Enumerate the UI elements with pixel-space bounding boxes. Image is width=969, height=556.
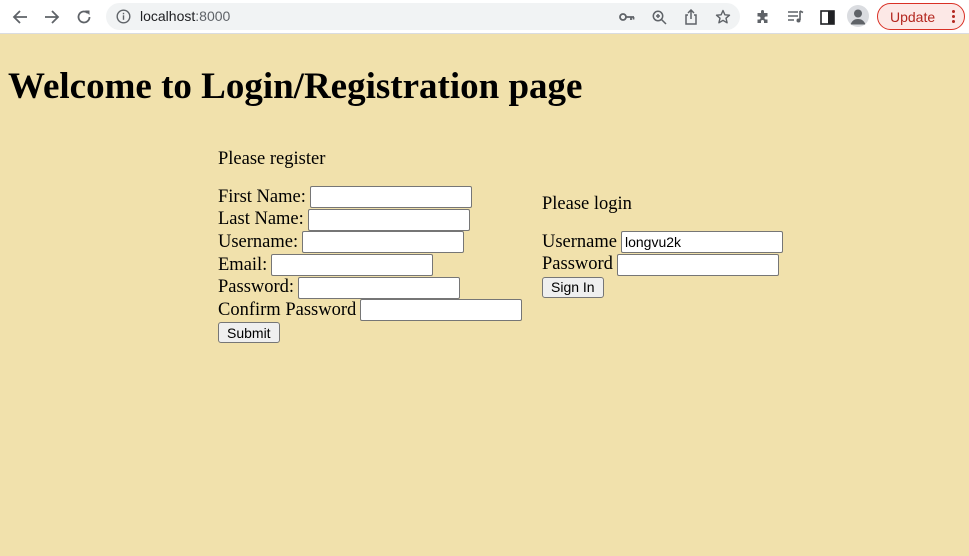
submit-button[interactable]: Submit	[218, 322, 280, 344]
confirm-password-row: Confirm Password	[218, 299, 523, 322]
update-label: Update	[890, 8, 936, 25]
sign-in-row: Sign In	[542, 276, 783, 299]
register-password-input[interactable]	[298, 276, 461, 299]
register-username-label: Username:	[218, 231, 299, 252]
browser-toolbar: localhost:8000 Update	[0, 0, 969, 34]
register-heading: Please register	[218, 149, 326, 169]
confirm-password-label: Confirm Password	[218, 299, 357, 320]
email-row: Email:	[218, 254, 522, 277]
last-name-input[interactable]	[307, 208, 470, 231]
first-name-label: First Name:	[218, 186, 306, 207]
email-input[interactable]	[271, 254, 434, 277]
login-password-row: Password	[542, 253, 783, 277]
last-name-label: Last Name:	[218, 209, 304, 230]
side-panel-icon[interactable]	[815, 5, 839, 29]
forward-icon[interactable]	[40, 5, 64, 29]
share-icon[interactable]	[682, 8, 700, 26]
profile-icon[interactable]	[847, 5, 869, 27]
confirm-password-input[interactable]	[360, 299, 523, 322]
login-heading: Please login	[542, 194, 632, 214]
register-username-input[interactable]	[302, 231, 465, 254]
login-username-row: Username	[542, 231, 783, 254]
page-title: Welcome to Login/Registration page	[8, 66, 583, 107]
login-username-input[interactable]	[621, 231, 783, 254]
key-icon[interactable]	[618, 8, 636, 26]
sign-in-button[interactable]: Sign In	[542, 276, 604, 298]
login-form: Please login Username Password Sign In	[542, 194, 783, 299]
login-password-input[interactable]	[616, 253, 779, 276]
login-password-label: Password	[542, 254, 613, 275]
email-label: Email:	[218, 254, 268, 275]
zoom-icon[interactable]	[650, 8, 668, 26]
star-icon[interactable]	[714, 8, 732, 26]
extensions-icon[interactable]	[751, 5, 775, 29]
url-host: localhost	[140, 8, 196, 24]
submit-row: Submit	[218, 322, 522, 345]
media-icon[interactable]	[783, 5, 807, 29]
update-button[interactable]: Update	[877, 3, 965, 30]
last-name-row: Last Name:	[218, 208, 522, 232]
register-password-label: Password:	[218, 277, 295, 298]
url-text: localhost:8000	[140, 8, 230, 24]
more-icon[interactable]	[952, 10, 956, 24]
register-username-row: Username:	[218, 231, 522, 254]
site-info-icon[interactable]	[116, 9, 131, 24]
back-icon[interactable]	[8, 5, 32, 29]
url-port: :8000	[195, 8, 231, 24]
login-username-label: Username	[542, 231, 617, 252]
first-name-row: First Name:	[218, 186, 522, 209]
first-name-input[interactable]	[309, 186, 472, 209]
register-form: Please register First Name: Last Name: U…	[218, 149, 523, 345]
register-password-row: Password:	[218, 276, 522, 299]
address-bar[interactable]: localhost:8000	[106, 3, 740, 30]
reload-icon[interactable]	[72, 5, 96, 29]
